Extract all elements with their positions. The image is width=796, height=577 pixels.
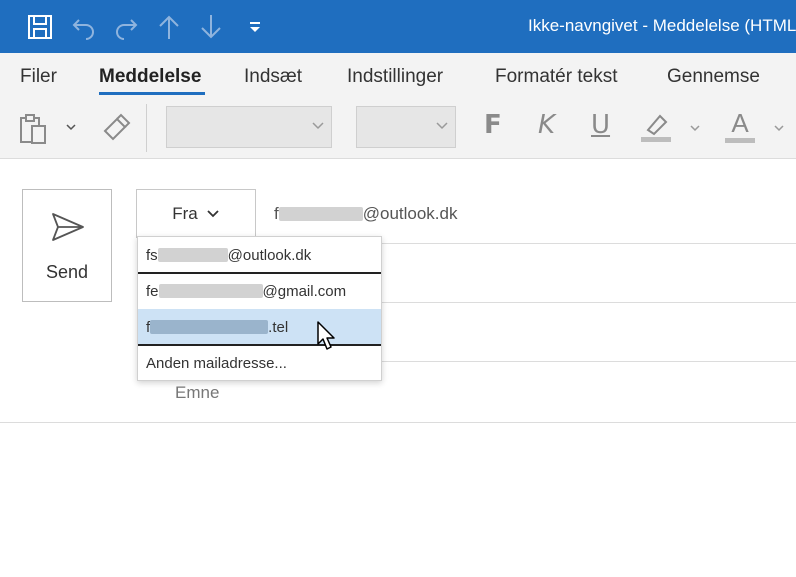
- customize-dropdown-icon[interactable]: [246, 12, 264, 42]
- dropdown-item-other-address[interactable]: Anden mailadresse...: [138, 345, 381, 381]
- dropdown-item-suffix: @outlook.dk: [227, 246, 312, 264]
- from-button[interactable]: Fra: [136, 189, 256, 238]
- ribbon-toolbar: F K U A: [0, 98, 796, 159]
- highlight-icon[interactable]: [640, 110, 672, 144]
- dropdown-item-prefix: fs: [146, 246, 158, 264]
- chevron-down-icon: [312, 122, 324, 130]
- from-account-dropdown: fs @outlook.dk fe @gmail.com f .tel Ande…: [137, 236, 382, 381]
- subject-field-line[interactable]: [0, 422, 796, 423]
- subject-label: Emne: [175, 383, 220, 402]
- tab-formater-tekst[interactable]: Formatér tekst: [495, 66, 617, 88]
- active-tab-indicator: [99, 92, 205, 95]
- font-color-letter: A: [731, 107, 749, 138]
- window-title: Ikke-navngivet - Meddelelse (HTML): [528, 16, 796, 35]
- chevron-down-icon: [436, 122, 448, 130]
- tab-filer[interactable]: Filer: [20, 66, 57, 88]
- format-painter-icon[interactable]: [100, 112, 132, 144]
- down-arrow-icon[interactable]: [198, 12, 224, 42]
- undo-icon[interactable]: [70, 12, 98, 42]
- font-family-select[interactable]: [166, 106, 332, 148]
- paste-dropdown-icon[interactable]: [64, 120, 78, 134]
- dropdown-item-outlook[interactable]: fs @outlook.dk: [138, 237, 381, 273]
- title-bar: Ikke-navngivet - Meddelelse (HTML): [0, 0, 796, 53]
- tab-indsaet[interactable]: Indsæt: [244, 66, 302, 88]
- dropdown-item-suffix: @gmail.com: [262, 282, 347, 300]
- redacted-text: [157, 248, 228, 262]
- from-address: f @outlook.dk: [274, 204, 458, 224]
- font-color-dropdown-icon[interactable]: [773, 122, 785, 134]
- up-arrow-icon[interactable]: [156, 12, 182, 42]
- italic-button[interactable]: K: [538, 110, 555, 140]
- send-icon: [52, 213, 84, 241]
- dropdown-item-suffix: .tel: [268, 318, 289, 336]
- redo-icon[interactable]: [112, 12, 140, 42]
- save-icon[interactable]: [26, 12, 54, 42]
- tab-meddelelse[interactable]: Meddelelse: [99, 66, 201, 88]
- mouse-pointer-icon: [317, 321, 335, 350]
- underline-button[interactable]: U: [591, 110, 610, 140]
- send-button[interactable]: Send: [22, 189, 112, 302]
- toolbar-separator: [146, 104, 147, 152]
- dropdown-item-prefix: fe: [146, 282, 159, 300]
- tab-indstillinger[interactable]: Indstillinger: [347, 66, 443, 88]
- from-address-suffix: @outlook.dk: [362, 204, 458, 223]
- tab-gennemse[interactable]: Gennemse: [667, 66, 760, 88]
- font-color-swatch: [725, 137, 755, 143]
- chevron-down-icon: [207, 209, 219, 217]
- dropdown-item-tel[interactable]: f .tel: [138, 309, 381, 345]
- redacted-text: [158, 284, 263, 298]
- font-color-icon[interactable]: A: [724, 108, 756, 144]
- bold-button[interactable]: F: [484, 110, 502, 140]
- from-label: Fra: [172, 203, 198, 223]
- redacted-text: [278, 207, 363, 221]
- font-size-select[interactable]: [356, 106, 456, 148]
- dropdown-item-gmail[interactable]: fe @gmail.com: [138, 273, 381, 309]
- paste-icon[interactable]: [16, 112, 50, 146]
- highlight-dropdown-icon[interactable]: [689, 122, 701, 134]
- redacted-text: [150, 320, 269, 334]
- send-label: Send: [45, 262, 89, 282]
